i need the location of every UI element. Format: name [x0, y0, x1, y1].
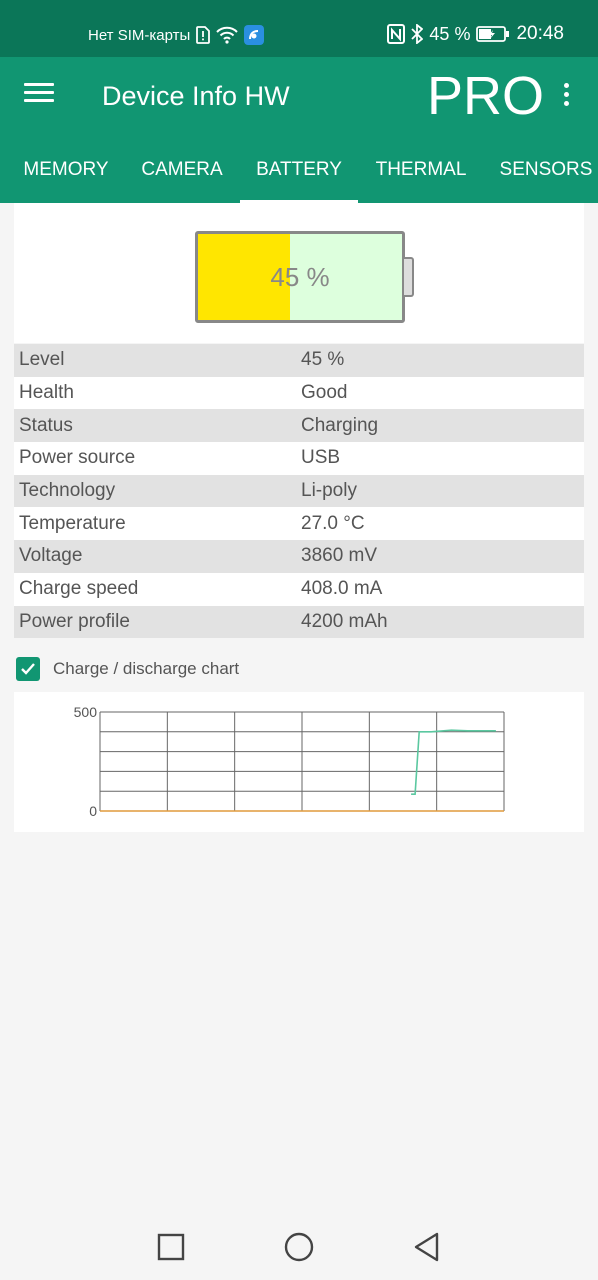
tab-bar: MEMORY CAMERA BATTERY THERMAL SENSORS [0, 137, 598, 203]
app-bar: Device Info HW PRO [0, 57, 598, 137]
table-row: Technology Li-poly [14, 474, 584, 508]
row-key: Health [19, 382, 74, 404]
wifi-icon [216, 26, 238, 44]
row-key: Status [19, 414, 73, 436]
nfc-icon [387, 24, 406, 44]
battery-percent-text: 45 % [429, 23, 471, 44]
table-row: Status Charging [14, 409, 584, 443]
tab-thermal[interactable]: THERMAL [366, 137, 476, 203]
check-icon [21, 663, 35, 675]
battery-level-text: 45 % [270, 261, 330, 292]
recents-square-icon[interactable] [154, 1230, 188, 1264]
row-key: Technology [19, 480, 116, 502]
home-circle-icon[interactable] [282, 1230, 316, 1264]
row-key: Power source [19, 447, 136, 469]
battery-card: 45 % [14, 203, 584, 343]
pro-label[interactable]: PRO [427, 65, 544, 127]
status-right: 45 % 20:48 [387, 23, 564, 45]
more-vertical-icon[interactable] [558, 83, 574, 113]
table-row: Power source USB [14, 442, 584, 475]
table-row: Charge speed 408.0 mA [14, 572, 584, 606]
chart-checkbox[interactable] [16, 657, 40, 681]
row-value: 4200 mAh [301, 610, 388, 632]
app-title: Device Info HW [102, 81, 290, 111]
table-row: Temperature 27.0 °C [14, 507, 584, 541]
battery-graphic: 45 % [195, 231, 405, 323]
table-row: Health Good [14, 376, 584, 410]
row-key: Charge speed [19, 578, 139, 600]
row-key: Level [19, 349, 65, 371]
row-value: Charging [301, 414, 379, 436]
sim-alert-icon [196, 26, 211, 44]
row-value: Good [301, 382, 348, 404]
chart-toggle-row[interactable]: Charge / discharge chart [16, 655, 239, 683]
tab-sensors[interactable]: SENSORS [494, 137, 598, 203]
chart-svg: 500 0 [74, 704, 505, 819]
chart-series-line-0 [411, 729, 496, 795]
table-row: Level 45 % [14, 344, 584, 377]
battery-charging-icon [476, 26, 510, 42]
row-value: USB [301, 447, 341, 469]
navigation-bar [0, 1212, 598, 1280]
row-value: 27.0 °C [301, 512, 365, 534]
bluetooth-icon [411, 24, 424, 44]
tab-battery[interactable]: BATTERY [240, 137, 358, 203]
battery-cap [404, 257, 414, 297]
status-left: Нет SIM-карты [88, 25, 265, 45]
charge-chart: 500 0 [14, 692, 584, 832]
status-bar: Нет SIM-карты 45 % 20:48 [0, 0, 598, 57]
table-row: Voltage 3860 mV [14, 540, 584, 573]
chart-toggle-label: Charge / discharge chart [53, 659, 240, 678]
carrier-text: Нет SIM-карты [88, 26, 191, 44]
row-value: 45 % [301, 349, 345, 371]
battery-info-table: Level 45 % Health Good Status Charging Powe… [14, 344, 584, 639]
y-tick-label: 0 [89, 803, 97, 819]
row-value: 3860 mV [301, 545, 378, 567]
app-notification-icon [244, 25, 265, 45]
row-key: Temperature [19, 512, 126, 534]
row-value: 408.0 mA [301, 578, 383, 600]
y-tick-label: 500 [74, 704, 98, 720]
tab-camera[interactable]: CAMERA [132, 137, 232, 203]
hamburger-menu-icon[interactable] [24, 83, 54, 107]
tab-memory[interactable]: MEMORY [14, 137, 118, 203]
row-key: Power profile [19, 610, 130, 632]
row-key: Voltage [19, 545, 83, 567]
table-row: Power profile 4200 mAh [14, 605, 584, 639]
row-value: Li-poly [301, 480, 357, 502]
back-triangle-icon[interactable] [410, 1230, 444, 1264]
clock-text: 20:48 [516, 23, 564, 44]
